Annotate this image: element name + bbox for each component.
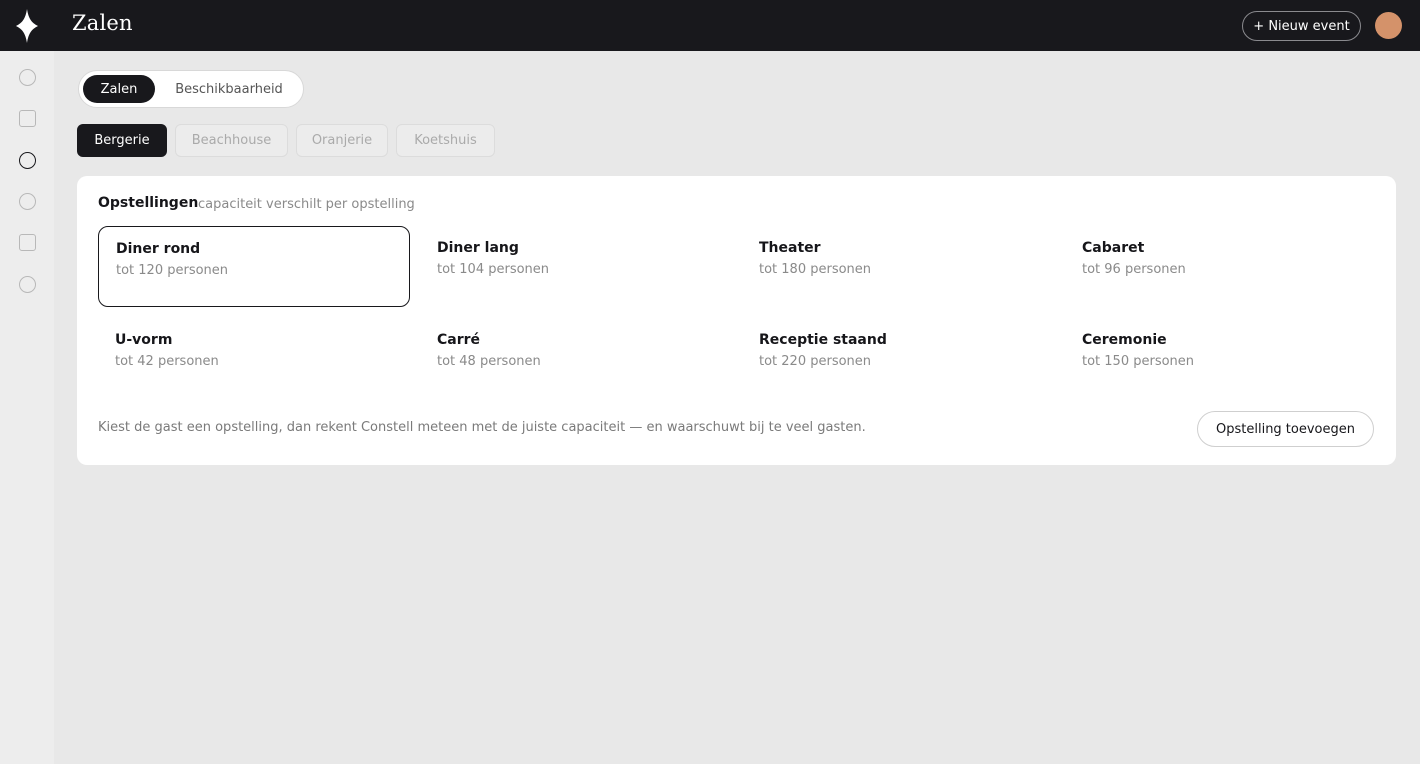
tab-beschikbaarheid[interactable]: Beschikbaarheid bbox=[159, 75, 299, 103]
tab-zalen[interactable]: Zalen bbox=[83, 75, 155, 103]
setup-item-u-vorm[interactable]: U-vorm tot 42 personen bbox=[98, 331, 410, 412]
avatar[interactable] bbox=[1375, 12, 1402, 39]
sidebar-item-circle-icon-active[interactable] bbox=[19, 152, 36, 169]
setup-capacity: tot 180 personen bbox=[759, 262, 872, 277]
setup-name: Cabaret bbox=[1082, 240, 1145, 256]
venue-tab-oranjerie[interactable]: Oranjerie bbox=[296, 124, 388, 157]
setup-capacity: tot 150 personen bbox=[1082, 354, 1195, 369]
venue-tab-beachhouse[interactable]: Beachhouse bbox=[175, 124, 288, 157]
setup-item-diner-rond[interactable]: Diner rond tot 120 personen bbox=[98, 226, 410, 307]
sidebar-item-circle-icon[interactable] bbox=[19, 69, 36, 86]
venue-tab-bergerie[interactable]: Bergerie bbox=[77, 124, 167, 157]
setup-name: Receptie staand bbox=[759, 332, 887, 348]
new-event-button[interactable]: + Nieuw event bbox=[1242, 11, 1361, 41]
setup-capacity: tot 96 personen bbox=[1082, 262, 1186, 277]
add-setup-button[interactable]: Opstelling toevoegen bbox=[1197, 411, 1374, 447]
sidebar-item-circle-icon[interactable] bbox=[19, 193, 36, 210]
setup-name: Theater bbox=[759, 240, 821, 256]
card-subtitle: capaciteit verschilt per opstelling bbox=[198, 197, 415, 212]
setup-capacity: tot 220 personen bbox=[759, 354, 872, 369]
setup-name: U-vorm bbox=[115, 332, 173, 348]
setup-item-theater[interactable]: Theater tot 180 personen bbox=[742, 239, 1054, 320]
top-bar: Zalen + Nieuw event bbox=[54, 0, 1420, 51]
setup-item-ceremonie[interactable]: Ceremonie tot 150 personen bbox=[1065, 331, 1377, 412]
setup-capacity: tot 42 personen bbox=[115, 354, 219, 369]
diamond-star-icon bbox=[16, 8, 38, 43]
card-title: Opstellingen bbox=[98, 195, 199, 211]
setup-capacity: tot 104 personen bbox=[437, 262, 550, 277]
setup-item-receptie-staand[interactable]: Receptie staand tot 220 personen bbox=[742, 331, 1054, 412]
setup-name: Carré bbox=[437, 332, 481, 348]
setup-item-carre[interactable]: Carré tot 48 personen bbox=[420, 331, 732, 412]
sidebar-item-square-icon[interactable] bbox=[19, 234, 36, 251]
view-switcher: Zalen Beschikbaarheid bbox=[78, 70, 304, 108]
sidebar bbox=[0, 0, 54, 764]
setup-name: Ceremonie bbox=[1082, 332, 1167, 348]
setup-name: Diner lang bbox=[437, 240, 519, 256]
card-note: Kiest de gast een opstelling, dan rekent… bbox=[98, 420, 866, 435]
setup-capacity: tot 120 personen bbox=[116, 263, 229, 278]
logo[interactable] bbox=[0, 0, 54, 51]
page-title: Zalen bbox=[72, 11, 133, 35]
setup-name: Diner rond bbox=[116, 241, 201, 257]
venue-tab-koetshuis[interactable]: Koetshuis bbox=[396, 124, 495, 157]
setups-card: Opstellingen capaciteit verschilt per op… bbox=[77, 176, 1396, 465]
setup-capacity: tot 48 personen bbox=[437, 354, 541, 369]
setup-item-cabaret[interactable]: Cabaret tot 96 personen bbox=[1065, 239, 1377, 320]
setup-item-diner-lang[interactable]: Diner lang tot 104 personen bbox=[420, 239, 732, 320]
sidebar-item-circle-icon[interactable] bbox=[19, 276, 36, 293]
sidebar-item-square-icon[interactable] bbox=[19, 110, 36, 127]
